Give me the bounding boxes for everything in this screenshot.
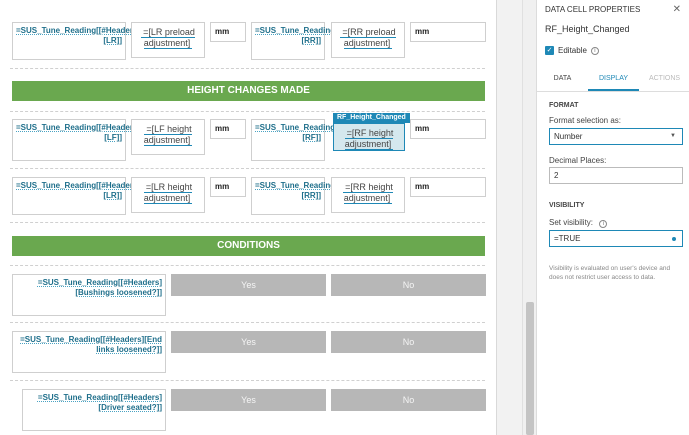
height-changes-banner: HEIGHT CHANGES MADE (12, 81, 485, 101)
app-root: =SUS_Tune_Reading[[#Headers][LR]] =[LR p… (0, 0, 689, 435)
unit-cell[interactable]: mm (210, 119, 246, 139)
editable-label: Editable (558, 46, 587, 55)
format-select-value: Number (554, 132, 583, 141)
format-select[interactable]: Number ▼ (549, 128, 683, 145)
visibility-input[interactable]: =TRUE (549, 230, 683, 247)
editable-row: ✓ Editable i (545, 46, 681, 55)
endlinks-no-button[interactable]: No (331, 331, 486, 353)
input-text: =[LF height adjustment] (143, 124, 193, 146)
tab-actions[interactable]: ACTIONS (639, 66, 689, 91)
form-sheet: =SUS_Tune_Reading[[#Headers][LR]] =[LR p… (0, 0, 497, 435)
visibility-value: =TRUE (554, 234, 581, 243)
rf-height-input-cell[interactable]: =[RF height adjustment] (333, 123, 405, 151)
decimal-places-input[interactable]: 2 (549, 167, 683, 184)
lr-height-input-cell[interactable]: =[LR height adjustment] (131, 177, 205, 213)
properties-panel: DATA CELL PROPERTIES ✕ RF_Height_Changed… (536, 0, 689, 435)
unit-cell[interactable]: mm (210, 22, 246, 42)
selected-cell-tag: RF_Height_Changed (333, 113, 410, 123)
tab-display[interactable]: DISPLAY (588, 66, 639, 91)
row-divider (10, 322, 485, 323)
row-divider (10, 168, 485, 169)
input-text: =[LR preload adjustment] (141, 27, 195, 49)
info-icon[interactable]: i (590, 46, 599, 55)
rf-height-ref-cell[interactable]: =SUS_Tune_Reading[[#Headers][RF]] (251, 119, 379, 161)
ref-text: =SUS_Tune_Reading[[#Headers][LR]] (16, 181, 141, 200)
format-section-title: FORMAT (549, 102, 579, 109)
format-selection-label: Format selection as: (549, 116, 622, 125)
ref-text: =SUS_Tune_Reading[[#Headers][LR]] (16, 26, 141, 45)
panel-tabs: DATA DISPLAY ACTIONS (537, 66, 689, 92)
chevron-down-icon: ▼ (670, 133, 676, 139)
cell-name[interactable]: RF_Height_Changed (545, 24, 681, 34)
ref-text: =SUS_Tune_Reading[[#Headers][Driver seat… (37, 393, 162, 412)
unit-cell[interactable]: mm (410, 119, 486, 139)
row-divider (10, 222, 485, 223)
driver-yes-button[interactable]: Yes (171, 389, 326, 411)
info-icon[interactable]: i (599, 220, 608, 228)
close-icon[interactable]: ✕ (673, 4, 681, 15)
visibility-note: Visibility is evaluated on user's device… (549, 265, 671, 281)
panel-header: DATA CELL PROPERTIES ✕ (537, 0, 689, 18)
driver-ref-cell[interactable]: =SUS_Tune_Reading[[#Headers][Driver seat… (22, 389, 166, 431)
row-divider (10, 111, 485, 112)
rr-preload-ref-cell[interactable]: =SUS_Tune_Reading[[#Headers][RR]] (251, 22, 379, 60)
endlinks-yes-button[interactable]: Yes (171, 331, 326, 353)
bushings-no-button[interactable]: No (331, 274, 486, 296)
vertical-scrollbar[interactable] (522, 0, 536, 435)
ref-text: =SUS_Tune_Reading[[#Headers][End links l… (20, 335, 162, 354)
status-dot-icon (672, 237, 676, 241)
lr-preload-ref-cell[interactable]: =SUS_Tune_Reading[[#Headers][LR]] (12, 22, 140, 60)
unit-cell[interactable]: mm (410, 22, 486, 42)
rr-height-ref-cell[interactable]: =SUS_Tune_Reading[[#Headers][RR]] (251, 177, 379, 215)
rr-height-input-cell[interactable]: =[RR height adjustment] (331, 177, 405, 213)
visibility-section-title: VISIBILITY (549, 202, 585, 209)
row-divider (10, 380, 485, 381)
tab-data[interactable]: DATA (537, 66, 588, 91)
input-text: =[LR height adjustment] (143, 182, 193, 204)
editable-checkbox[interactable]: ✓ (545, 46, 554, 55)
ref-text: =SUS_Tune_Reading[[#Headers][LF]] (16, 123, 141, 142)
lf-height-input-cell[interactable]: =[LF height adjustment] (131, 119, 205, 155)
driver-no-button[interactable]: No (331, 389, 486, 411)
input-text: =[RR height adjustment] (343, 182, 393, 204)
bushings-yes-button[interactable]: Yes (171, 274, 326, 296)
endlinks-ref-cell[interactable]: =SUS_Tune_Reading[[#Headers][End links l… (12, 331, 166, 373)
conditions-banner: CONDITIONS (12, 236, 485, 256)
row-divider (10, 68, 485, 69)
input-text: =[RR preload adjustment] (340, 27, 396, 49)
set-visibility-label: Set visibility: i (549, 218, 608, 228)
set-visibility-text: Set visibility: (549, 218, 594, 227)
scrollbar-thumb[interactable] (526, 302, 534, 435)
unit-cell[interactable]: mm (210, 177, 246, 197)
lr-preload-input-cell[interactable]: =[LR preload adjustment] (131, 22, 205, 58)
row-divider (10, 265, 485, 266)
lf-height-ref-cell[interactable]: =SUS_Tune_Reading[[#Headers][LF]] (12, 119, 140, 161)
lr-height-ref-cell[interactable]: =SUS_Tune_Reading[[#Headers][LR]] (12, 177, 140, 215)
input-text: =[RF height adjustment] (344, 128, 394, 150)
bushings-ref-cell[interactable]: =SUS_Tune_Reading[[#Headers][Bushings lo… (12, 274, 166, 316)
rr-preload-input-cell[interactable]: =[RR preload adjustment] (331, 22, 405, 58)
decimal-places-label: Decimal Places: (549, 156, 607, 165)
panel-title: DATA CELL PROPERTIES (545, 4, 641, 14)
form-canvas: =SUS_Tune_Reading[[#Headers][LR]] =[LR p… (0, 0, 522, 435)
ref-text: =SUS_Tune_Reading[[#Headers][Bushings lo… (37, 278, 162, 297)
unit-cell[interactable]: mm (410, 177, 486, 197)
